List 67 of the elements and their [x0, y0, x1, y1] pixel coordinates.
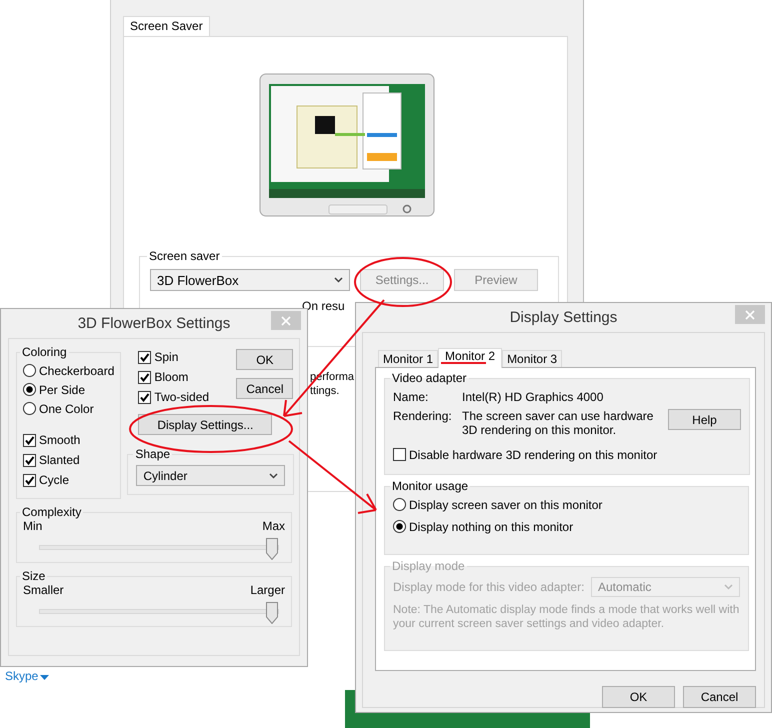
radio-label: Per Side	[39, 382, 86, 396]
field-label: Name:	[393, 390, 430, 404]
checkbox-label: Two-sided	[154, 390, 210, 404]
chevron-icon	[724, 584, 733, 590]
cancel-button[interactable]: Cancel	[236, 378, 294, 399]
group-label: Coloring	[21, 345, 68, 359]
dialog-title: Display Settings	[510, 309, 618, 326]
checkbox[interactable]	[23, 434, 36, 446]
checkbox-label: Disable hardware 3D rendering on this monitor	[409, 448, 658, 462]
radio-label: One Color	[39, 402, 94, 416]
radio-button[interactable]	[23, 383, 36, 396]
checkbox-label: Bloom	[154, 370, 188, 384]
radio-label: Checkerboard	[39, 364, 114, 378]
cancel-button[interactable]: Cancel	[683, 686, 756, 708]
group-label: Size	[21, 569, 46, 583]
tab[interactable]: Screen Saver	[123, 16, 210, 36]
chevron-icon	[334, 277, 343, 283]
radio-button[interactable]	[23, 364, 36, 377]
help-button[interactable]: Help	[668, 409, 741, 430]
slider-max-label: Max	[262, 519, 285, 533]
group-label: Screen saver	[148, 249, 221, 263]
checkbox[interactable]	[138, 370, 152, 384]
radio-button[interactable]	[23, 402, 36, 415]
field-label: Display mode for this video adapter:	[393, 580, 584, 594]
skype-link[interactable]: Skype	[5, 669, 38, 683]
group-label: Complexity	[21, 505, 82, 519]
radio-label: Display screen saver on this monitor	[409, 498, 602, 512]
group-label: Display mode	[391, 559, 466, 573]
checkbox-label: Slanted	[39, 453, 80, 467]
checkbox-label: Spin	[154, 350, 178, 364]
checkbox[interactable]	[393, 448, 406, 461]
slider-min-label: Min	[23, 519, 42, 533]
checkbox[interactable]	[23, 474, 36, 486]
note-text: Note: The Automatic display mode finds a mode that works well with your current screen saver settings and video adapter.	[393, 603, 740, 631]
radio-button[interactable]	[393, 520, 406, 533]
slider-max-label: Larger	[250, 583, 285, 597]
tab[interactable]: Monitor 1	[378, 350, 438, 367]
checkbox[interactable]	[23, 454, 36, 466]
field-value: Intel(R) HD Graphics 4000	[462, 390, 604, 404]
screen-saver-dropdown[interactable]: 3D FlowerBox	[150, 269, 350, 291]
group-label: Monitor usage	[391, 479, 470, 493]
close-icon	[281, 316, 291, 326]
checkbox-label: Smooth	[39, 433, 80, 447]
field-value: The screen saver can use hardware 3D rendering on this monitor.	[462, 409, 654, 437]
checkbox[interactable]	[138, 350, 152, 364]
description-text: ttings.	[310, 385, 340, 397]
tab[interactable]: Monitor 3	[502, 350, 562, 367]
shape-dropdown[interactable]: Cylinder	[136, 465, 286, 486]
display-settings-button[interactable]: Display Settings...	[138, 414, 272, 435]
group-label: Shape	[134, 447, 172, 461]
slider-thumb[interactable]	[266, 538, 278, 560]
close-icon	[745, 310, 755, 320]
radio-button[interactable]	[393, 498, 406, 511]
chevron-icon	[269, 472, 278, 478]
ok-button[interactable]: OK	[236, 349, 294, 370]
slider-thumb[interactable]	[266, 602, 278, 624]
ok-button[interactable]: OK	[602, 686, 675, 708]
slider-min-label: Smaller	[23, 583, 64, 597]
dialog-title: 3D FlowerBox Settings	[78, 315, 230, 332]
radio-label: Display nothing on this monitor	[409, 520, 574, 534]
checkbox[interactable]	[138, 390, 152, 404]
caret-icon	[40, 675, 49, 680]
annotation-underline	[441, 362, 486, 364]
tab[interactable]: Monitor 2	[438, 348, 502, 368]
group-label: Video adapter	[391, 371, 468, 385]
checkbox-label: Cycle	[39, 473, 70, 487]
field-label: Rendering:	[393, 409, 453, 423]
